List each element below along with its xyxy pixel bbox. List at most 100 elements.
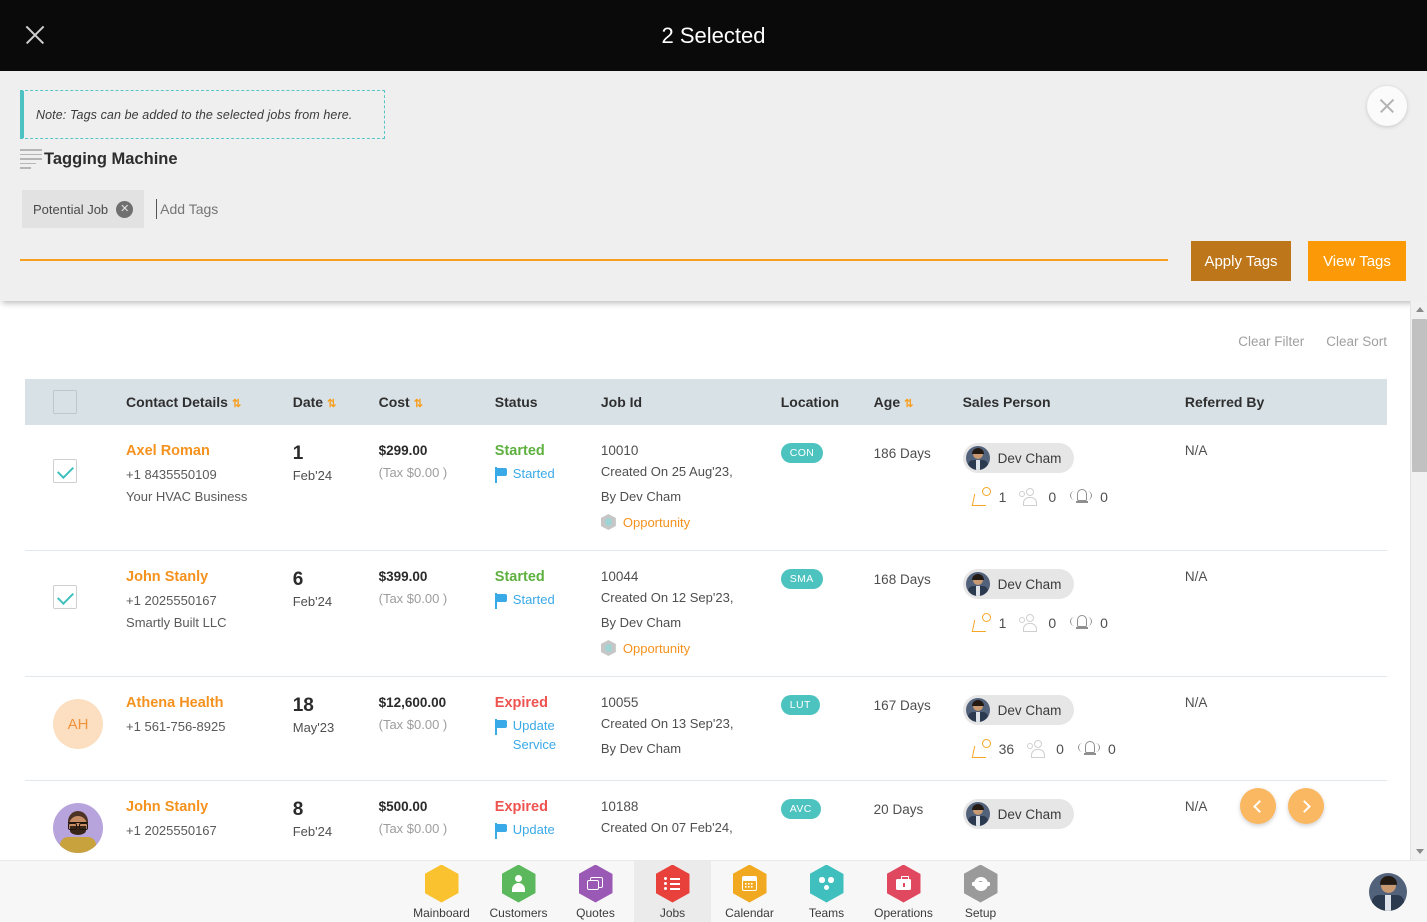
nav-item-teams[interactable]: Teams <box>788 861 865 922</box>
apply-tags-button[interactable]: Apply Tags <box>1191 241 1291 281</box>
tagging-machine-header: Tagging Machine <box>20 149 178 169</box>
sales-person-chip[interactable]: Dev Cham <box>962 799 1075 829</box>
status-action-link[interactable]: Started <box>494 590 601 609</box>
sales-person-avatar <box>965 446 990 470</box>
note-text: Note: Tags can be added to the selected … <box>36 107 353 122</box>
status-badge: Started <box>494 443 545 459</box>
row-select-checkbox[interactable] <box>53 459 77 483</box>
chevron-left-icon[interactable] <box>1240 788 1276 824</box>
runner-icon <box>971 613 993 633</box>
th-status[interactable]: Status <box>494 379 601 425</box>
sort-updown-icon[interactable]: ⇅ <box>414 398 423 410</box>
nav-item-mainboard[interactable]: Mainboard <box>403 861 480 922</box>
contact-name-link[interactable]: John Stanly <box>126 569 293 585</box>
add-tags-input[interactable] <box>156 199 397 219</box>
clear-sort-link[interactable]: Clear Sort <box>1326 334 1387 349</box>
contact-phone: +1 2025550167 <box>126 823 217 838</box>
cost-tax: (Tax $0.00 ) <box>378 591 448 606</box>
scrollbar-thumb[interactable] <box>1412 319 1427 472</box>
tag-chip[interactable]: Potential Job ✕ <box>22 190 145 228</box>
stat-visits[interactable]: 36 <box>971 739 1014 759</box>
row-select-checkbox[interactable] <box>53 585 77 609</box>
user-avatar[interactable] <box>1369 873 1407 911</box>
cell-age: 167 Days <box>874 677 963 781</box>
view-tags-button[interactable]: View Tags <box>1308 241 1406 281</box>
th-referred-by[interactable]: Referred By <box>1184 379 1387 425</box>
chevron-right-icon[interactable] <box>1288 788 1324 824</box>
sort-updown-icon[interactable]: ⇅ <box>327 398 336 410</box>
status-action-link[interactable]: Started <box>494 464 601 483</box>
nav-item-label: Setup <box>964 905 997 920</box>
contact-name-link[interactable]: John Stanly <box>126 799 293 815</box>
th-cost[interactable]: Cost ⇅ <box>378 379 495 425</box>
circle-x-icon[interactable]: ✕ <box>116 200 134 218</box>
date-day: 8 <box>292 799 304 820</box>
stat-alerts[interactable]: 0 <box>1068 487 1108 507</box>
cell-date: 6 Feb'24 <box>293 551 379 677</box>
nav-item-operations[interactable]: Operations <box>865 861 942 922</box>
nav-item-jobs[interactable]: Jobs <box>634 861 711 922</box>
contact-name-link[interactable]: Axel Roman <box>126 443 293 459</box>
stat-team[interactable]: 0 <box>1018 613 1056 633</box>
briefcase-icon <box>886 864 921 903</box>
cell-contact: Axel Roman +1 8435550109 Your HVAC Busines… <box>126 425 293 551</box>
table-row[interactable]: John Stanly +1 2025550167 Smartly Built LL… <box>25 550 1387 677</box>
triangle-up-icon[interactable] <box>1411 301 1427 318</box>
nav-item-calendar[interactable]: Calendar <box>711 861 788 922</box>
sales-person-name: Dev Cham <box>997 576 1062 592</box>
th-label: Location <box>780 394 840 410</box>
jobs-table-body: Axel Roman +1 8435550109 Your HVAC Busines… <box>25 425 1387 874</box>
referred-by-value: N/A <box>1184 799 1208 814</box>
status-action-link[interactable]: Update <box>494 820 601 839</box>
flag-icon <box>494 593 507 609</box>
nav-item-quotes[interactable]: Quotes <box>557 861 634 922</box>
location-badge: SMA <box>780 569 823 589</box>
quotes-icon <box>578 864 613 903</box>
stat-team[interactable]: 0 <box>1026 739 1064 759</box>
cell-location: CON <box>780 425 874 551</box>
sales-person-chip[interactable]: Dev Cham <box>962 695 1075 725</box>
stat-visits[interactable]: 1 <box>971 613 1006 633</box>
nav-item-customers[interactable]: Customers <box>480 861 557 922</box>
job-id: 10044 <box>600 569 639 584</box>
th-job-id[interactable]: Job Id <box>600 379 781 425</box>
nav-item-label: Teams <box>808 905 845 920</box>
clear-filter-link[interactable]: Clear Filter <box>1238 334 1304 349</box>
panel-close-icon[interactable] <box>1367 86 1407 126</box>
sort-updown-icon[interactable]: ⇅ <box>232 398 241 410</box>
location-badge: AVC <box>780 799 821 819</box>
th-label: Date <box>292 394 324 410</box>
table-row[interactable]: AH Athena Health +1 561-756-8925 18 May'23 $1… <box>25 676 1387 781</box>
teams-icon <box>809 864 844 903</box>
cell-job-id: 10010 Created On 25 Aug'23, By Dev Cham Opp… <box>600 425 781 551</box>
opportunity-tag[interactable]: Opportunity <box>600 640 781 656</box>
opportunity-tag[interactable]: Opportunity <box>600 514 781 530</box>
referred-by-value: N/A <box>1184 443 1208 458</box>
nav-item-setup[interactable]: Setup <box>942 861 1019 922</box>
stat-visits[interactable]: 1 <box>971 487 1006 507</box>
person-icon <box>501 864 536 903</box>
th-location[interactable]: Location <box>780 379 874 425</box>
group-icon <box>1018 487 1042 507</box>
stat-alerts[interactable]: 0 <box>1068 613 1108 633</box>
gear-icon <box>963 864 998 903</box>
sales-person-chip[interactable]: Dev Cham <box>962 569 1075 599</box>
selection-count-title: 2 Selected <box>661 23 766 48</box>
stat-team[interactable]: 0 <box>1018 487 1056 507</box>
th-contact-details[interactable]: Contact Details ⇅ <box>126 379 293 425</box>
th-age[interactable]: Age ⇅ <box>873 379 963 425</box>
contact-name-link[interactable]: Athena Health <box>126 695 293 711</box>
table-row[interactable]: Axel Roman +1 8435550109 Your HVAC Busines… <box>25 425 1387 551</box>
location-badge: CON <box>780 443 824 463</box>
status-action-link[interactable]: Update Service <box>494 716 601 754</box>
sort-updown-icon[interactable]: ⇅ <box>904 398 913 410</box>
select-all-checkbox[interactable] <box>53 390 77 414</box>
stat-alerts[interactable]: 0 <box>1076 739 1116 759</box>
cell-sales-person: Dev Cham 1 0 0 <box>962 425 1185 551</box>
calendar-icon <box>732 864 767 903</box>
sales-person-chip[interactable]: Dev Cham <box>962 443 1075 473</box>
th-date[interactable]: Date ⇅ <box>292 379 379 425</box>
triangle-down-icon[interactable] <box>1411 843 1427 860</box>
vertical-scrollbar[interactable] <box>1410 301 1427 860</box>
th-sales-person[interactable]: Sales Person <box>962 379 1185 425</box>
